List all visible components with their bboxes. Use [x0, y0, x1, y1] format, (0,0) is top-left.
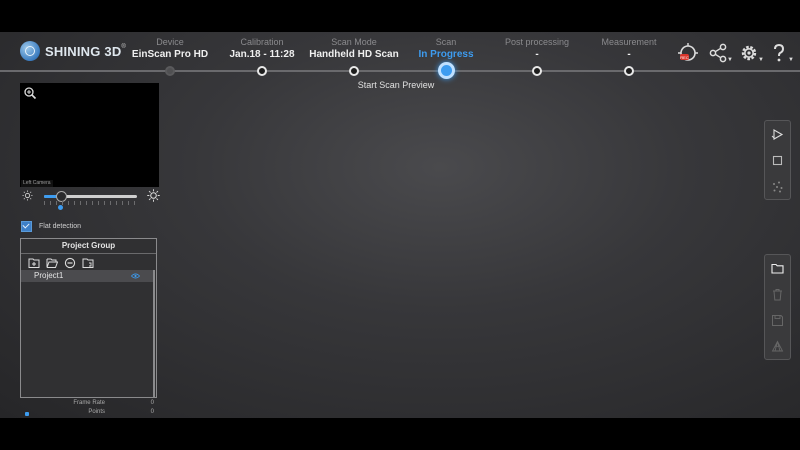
header: SHINING 3D ® Device EinScan Pro HD Calib…: [0, 32, 800, 79]
brightness-slider[interactable]: [44, 191, 137, 202]
stat-points: Points 0: [20, 409, 158, 418]
file-toolbar: [764, 254, 791, 360]
step-node-device: [165, 66, 175, 76]
share-icon[interactable]: ▼: [707, 42, 733, 64]
eye-icon[interactable]: [131, 273, 140, 279]
progress-track: [0, 70, 800, 72]
stat-value: 0: [150, 409, 154, 415]
stat-name: Points: [88, 409, 105, 415]
help-icon[interactable]: ▼: [768, 42, 794, 64]
slider-marker: [58, 205, 63, 210]
record-icon[interactable]: REC: [677, 42, 701, 64]
brightness-low-icon: [22, 190, 33, 201]
scrollbar[interactable]: [153, 270, 155, 397]
save-icon[interactable]: [765, 307, 790, 333]
project-row[interactable]: Project1: [21, 270, 153, 282]
step-value: -: [627, 49, 631, 60]
project-group-toolbar: [21, 254, 156, 270]
new-project-icon[interactable]: [28, 256, 40, 268]
svg-text:REC: REC: [680, 55, 689, 60]
chevron-down-icon: ▼: [788, 57, 794, 63]
stop-icon[interactable]: [765, 147, 790, 173]
flat-detection-label: Flat detection: [39, 223, 82, 230]
brand-logo: SHINING 3D ®: [20, 41, 126, 61]
scatter-icon[interactable]: [765, 173, 790, 199]
stat-value: 0: [150, 400, 154, 406]
step-node-scan-mode: [349, 66, 359, 76]
step-node-scan: [437, 62, 455, 79]
step-caption: Start Scan Preview: [357, 80, 435, 90]
brand-name: SHINING 3D: [45, 43, 122, 59]
app-window: SHINING 3D ® Device EinScan Pro HD Calib…: [0, 32, 800, 418]
stat-frame-rate: Frame Rate 0: [20, 400, 158, 409]
project-name: Project1: [34, 271, 64, 280]
stat-marker: [25, 412, 29, 416]
step-node-measurement: [624, 66, 634, 76]
step-node-calibration: [257, 66, 267, 76]
mesh-icon[interactable]: [765, 333, 790, 359]
brightness-control: [22, 189, 160, 210]
import-icon[interactable]: [82, 256, 94, 268]
settings-icon[interactable]: ▼: [738, 42, 764, 64]
step-node-post-processing: [532, 66, 542, 76]
brightness-high-icon: [147, 189, 160, 202]
project-group-panel: Project Group Project1: [20, 238, 157, 398]
play-scan-icon[interactable]: [765, 121, 790, 147]
flat-detection-checkbox[interactable]: [21, 221, 32, 232]
logo-icon: [20, 41, 40, 61]
step-label: Measurement: [601, 37, 657, 47]
folder-icon[interactable]: [765, 255, 790, 281]
open-folder-icon[interactable]: [46, 256, 59, 268]
scan-stats: Frame Rate 0 Points 0: [20, 400, 158, 418]
flat-detection-option[interactable]: Flat detection: [21, 221, 81, 232]
zoom-in-icon[interactable]: [23, 86, 37, 100]
project-group-title: Project Group: [21, 239, 156, 254]
scan-toolbar: [764, 120, 791, 200]
chevron-down-icon: ▼: [727, 57, 733, 63]
camera-label: Left Camera: [21, 180, 53, 187]
remove-icon[interactable]: [64, 256, 76, 269]
chevron-down-icon: ▼: [758, 57, 764, 63]
camera-preview: Left Camera: [20, 83, 159, 187]
slider-ticks: [44, 201, 137, 205]
step-measurement[interactable]: Measurement -: [574, 37, 684, 61]
delete-icon[interactable]: [765, 281, 790, 307]
stat-name: Frame Rate: [73, 400, 105, 406]
